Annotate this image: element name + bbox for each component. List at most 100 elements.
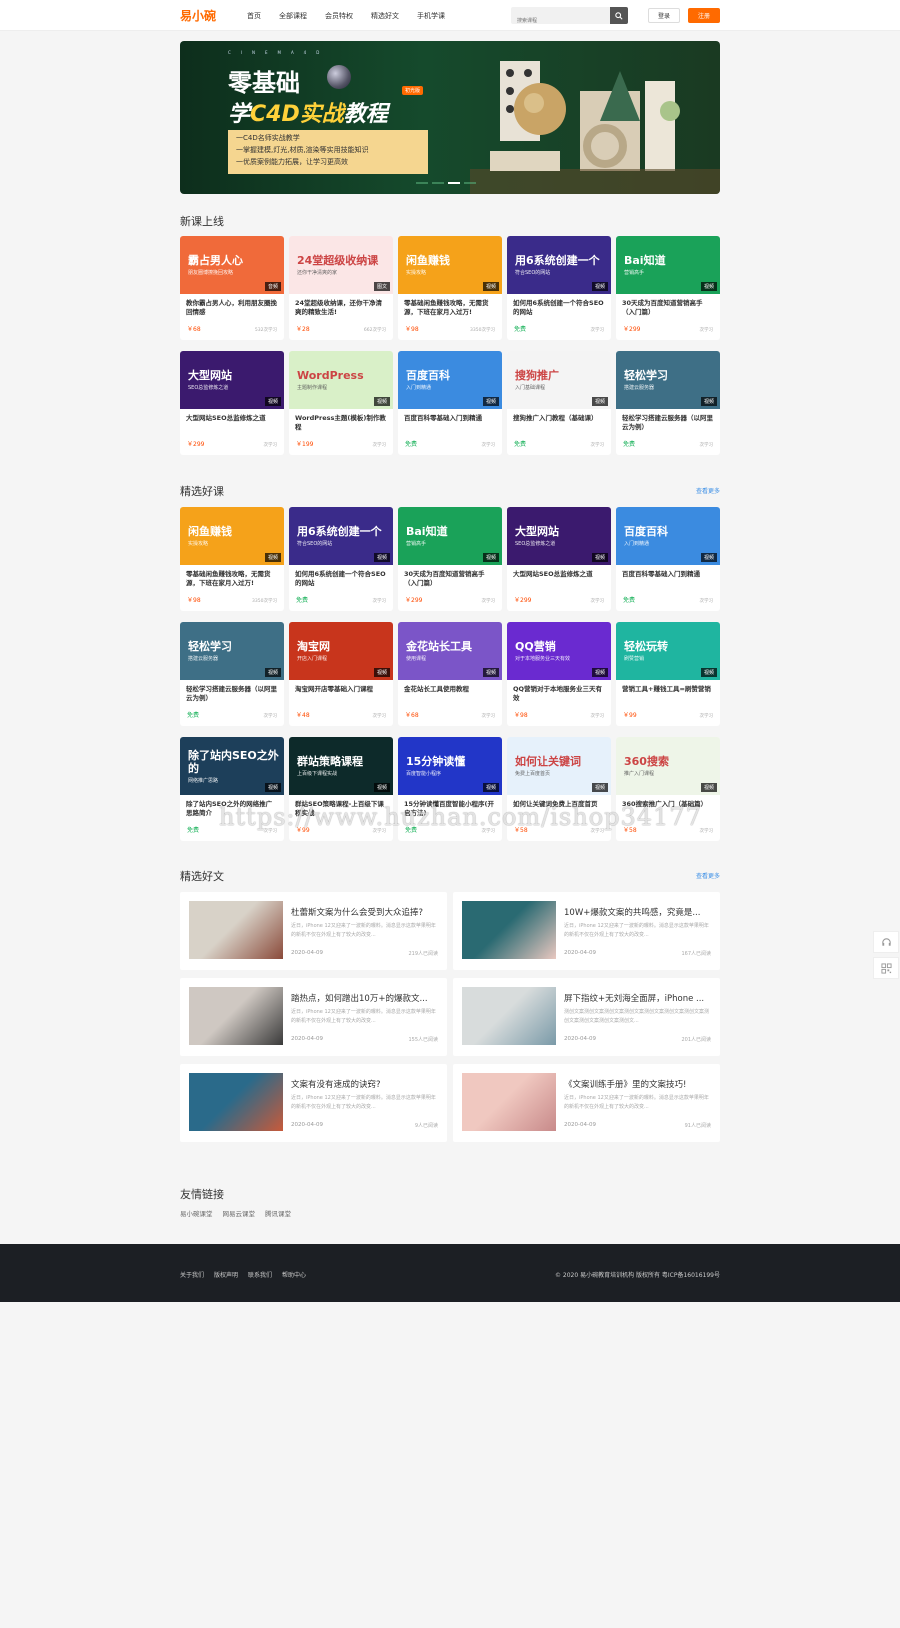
- friend-link[interactable]: 易小碗课堂: [180, 1208, 213, 1218]
- article-card[interactable]: 10W+爆款文案的共鸣感，究竟是... 近日，iPhone 12又迎来了一波新的曝…: [453, 892, 720, 970]
- course-card[interactable]: 轻松学习 搭建云服务器 视频 轻松学习搭建云服务器（以阿里云为例） 免费 次学习: [180, 622, 284, 726]
- course-card[interactable]: 百度百科 入门到精通 视频 百度百科零基础入门到精通 免费 次学习: [398, 351, 502, 455]
- course-name[interactable]: 营销工具+赚钱工具=刷赞营销: [622, 685, 714, 703]
- course-card[interactable]: 淘宝网 开店入门课程 视频 淘宝网开店零基础入门课程 ￥48 次学习: [289, 622, 393, 726]
- course-thumbnail[interactable]: 淘宝网 开店入门课程 视频: [289, 622, 393, 680]
- course-card[interactable]: Bai知道 营销高手 视频 30天成为百度知道营销高手（入门篇） ￥299 次学习: [616, 236, 720, 340]
- course-thumbnail[interactable]: 闲鱼赚钱 实操攻略 视频: [398, 236, 502, 294]
- course-thumbnail[interactable]: 霸占男人心 朋友圈博撩挽回攻略 音频: [180, 236, 284, 294]
- course-name[interactable]: 金花站长工具使用教程: [404, 685, 496, 703]
- course-thumbnail[interactable]: 群站策略课程 上百级下课程实战 视频: [289, 737, 393, 795]
- course-name[interactable]: 大型网站SEO总监修炼之道: [186, 414, 278, 432]
- friend-link[interactable]: 网易云课堂: [223, 1208, 256, 1218]
- course-thumbnail[interactable]: QQ营销 对于本地服务业三天有效 视频: [507, 622, 611, 680]
- article-card[interactable]: 文案有没有速成的诀窍? 近日，iPhone 12又迎来了一波新的曝料。消息显示这款…: [180, 1064, 447, 1142]
- course-name[interactable]: 轻松学习搭建云服务器（以阿里云为例）: [186, 685, 278, 703]
- course-name[interactable]: 轻松学习搭建云服务器（以阿里云为例）: [622, 414, 714, 432]
- course-card[interactable]: 大型网站 SEO总监修炼之道 视频 大型网站SEO总监修炼之道 ￥299 次学习: [507, 507, 611, 611]
- course-name[interactable]: 如何用6系统创建一个符合SEO的网站: [295, 570, 387, 588]
- course-thumbnail[interactable]: WordPress 主题制作课程 视频: [289, 351, 393, 409]
- article-title[interactable]: 屏下指纹+无刘海全面屏，iPhone ...: [564, 992, 712, 1004]
- course-thumbnail[interactable]: 搜狗推广 入门基础课程 视频: [507, 351, 611, 409]
- course-thumbnail[interactable]: 大型网站 SEO总监修炼之道 视频: [507, 507, 611, 565]
- course-thumbnail[interactable]: 大型网站 SEO总监修炼之道 视频: [180, 351, 284, 409]
- course-thumbnail[interactable]: Bai知道 营销高手 视频: [398, 507, 502, 565]
- course-thumbnail[interactable]: Bai知道 营销高手 视频: [616, 236, 720, 294]
- friend-link[interactable]: 腾讯课堂: [265, 1208, 291, 1218]
- course-card[interactable]: 轻松学习 搭建云服务器 视频 轻松学习搭建云服务器（以阿里云为例） 免费 次学习: [616, 351, 720, 455]
- course-card[interactable]: 百度百科 入门到精通 视频 百度百科零基础入门到精通 免费 次学习: [616, 507, 720, 611]
- search-input[interactable]: [511, 12, 611, 30]
- featured-courses-more-link[interactable]: 查看更多: [696, 486, 720, 495]
- hero-banner[interactable]: CINEMA4D 零基础 初光版 学C4D实战教程 一C4D名师实战教学 一掌握…: [180, 41, 720, 194]
- article-thumbnail[interactable]: [462, 1073, 556, 1131]
- course-thumbnail[interactable]: 24堂超级收纳课 还你干净清爽的家 图文: [289, 236, 393, 294]
- course-name[interactable]: 百度百科零基础入门到精通: [622, 570, 714, 588]
- banner-dot[interactable]: [432, 182, 444, 184]
- nav-articles[interactable]: 精选好文: [371, 11, 399, 21]
- nav-mobile[interactable]: 手机学课: [417, 11, 445, 21]
- course-card[interactable]: 霸占男人心 朋友圈博撩挽回攻略 音频 教你霸占男人心，利用朋友圈挽回情感 ￥68 532次…: [180, 236, 284, 340]
- course-thumbnail[interactable]: 360搜索 推广入门课程 视频: [616, 737, 720, 795]
- course-card[interactable]: 轻松玩转 刷赞营销 视频 营销工具+赚钱工具=刷赞营销 ￥99 次学习: [616, 622, 720, 726]
- footer-link-about[interactable]: 关于我们: [180, 1270, 204, 1279]
- site-logo[interactable]: 易小碗: [180, 7, 216, 24]
- course-card[interactable]: 24堂超级收纳课 还你干净清爽的家 图文 24堂超级收纳课，还你干净清爽的精致生活! ￥…: [289, 236, 393, 340]
- nav-home[interactable]: 首页: [247, 11, 261, 21]
- customer-service-button[interactable]: [873, 931, 899, 953]
- course-name[interactable]: 零基础闲鱼赚钱攻略，无需货源，下班在家月入过万!: [186, 570, 278, 588]
- course-card[interactable]: Bai知道 营销高手 视频 30天成为百度知道营销高手（入门篇） ￥299 次学习: [398, 507, 502, 611]
- course-name[interactable]: WordPress主题(模板)制作教程: [295, 414, 387, 432]
- course-thumbnail[interactable]: 闲鱼赚钱 实操攻略 视频: [180, 507, 284, 565]
- course-thumbnail[interactable]: 百度百科 入门到精通 视频: [398, 351, 502, 409]
- qrcode-button[interactable]: [873, 957, 899, 979]
- course-card[interactable]: 用6系统创建一个 符合SEO的网站 视频 如何用6系统创建一个符合SEO的网站 免费 次学…: [289, 507, 393, 611]
- course-name[interactable]: 零基础闲鱼赚钱攻略，无需货源，下班在家月入过万!: [404, 299, 496, 317]
- article-title[interactable]: 10W+爆款文案的共鸣感，究竟是...: [564, 906, 712, 918]
- article-card[interactable]: 《文案训练手册》里的文案技巧! 近日，iPhone 12又迎来了一波新的曝料。消息…: [453, 1064, 720, 1142]
- footer-link-contact[interactable]: 联系我们: [248, 1270, 272, 1279]
- footer-link-copyright[interactable]: 版权声明: [214, 1270, 238, 1279]
- course-card[interactable]: 闲鱼赚钱 实操攻略 视频 零基础闲鱼赚钱攻略，无需货源，下班在家月入过万! ￥98 335…: [398, 236, 502, 340]
- article-title[interactable]: 杜蕾斯文案为什么会受到大众追捧?: [291, 906, 439, 918]
- course-card[interactable]: WordPress 主题制作课程 视频 WordPress主题(模板)制作教程 ￥199…: [289, 351, 393, 455]
- course-name[interactable]: 搜狗推广入门教程（基础课）: [513, 414, 605, 432]
- articles-more-link[interactable]: 查看更多: [696, 871, 720, 880]
- course-name[interactable]: QQ营销对于本地服务业三天有效: [513, 685, 605, 703]
- course-thumbnail[interactable]: 15分钟读懂 百度智能小程序 视频: [398, 737, 502, 795]
- banner-dot[interactable]: [416, 182, 428, 184]
- login-button[interactable]: 登录: [648, 8, 680, 23]
- nav-membership[interactable]: 会员特权: [325, 11, 353, 21]
- course-thumbnail[interactable]: 用6系统创建一个 符合SEO的网站 视频: [507, 236, 611, 294]
- nav-all-courses[interactable]: 全部课程: [279, 11, 307, 21]
- article-card[interactable]: 杜蕾斯文案为什么会受到大众追捧? 近日，iPhone 12又迎来了一波新的曝料。消…: [180, 892, 447, 970]
- article-thumbnail[interactable]: [462, 987, 556, 1045]
- banner-dot[interactable]: [464, 182, 476, 184]
- article-thumbnail[interactable]: [189, 987, 283, 1045]
- course-name[interactable]: 教你霸占男人心，利用朋友圈挽回情感: [186, 299, 278, 317]
- article-thumbnail[interactable]: [189, 901, 283, 959]
- article-title[interactable]: 《文案训练手册》里的文案技巧!: [564, 1078, 712, 1090]
- course-thumbnail[interactable]: 金花站长工具 使用课程 视频: [398, 622, 502, 680]
- article-card[interactable]: 踏热点，如何蹭出10万+的爆款文... 近日，iPhone 12又迎来了一波新的曝…: [180, 978, 447, 1056]
- course-card[interactable]: 用6系统创建一个 符合SEO的网站 视频 如何用6系统创建一个符合SEO的网站 免费 次学…: [507, 236, 611, 340]
- course-card[interactable]: QQ营销 对于本地服务业三天有效 视频 QQ营销对于本地服务业三天有效 ￥98 次学习: [507, 622, 611, 726]
- course-name[interactable]: 30天成为百度知道营销高手（入门篇）: [404, 570, 496, 588]
- footer-link-help[interactable]: 帮助中心: [282, 1270, 306, 1279]
- search-button[interactable]: [610, 7, 628, 24]
- course-thumbnail[interactable]: 如何让关键词 免费上百度首页 视频: [507, 737, 611, 795]
- article-title[interactable]: 踏热点，如何蹭出10万+的爆款文...: [291, 992, 439, 1004]
- article-thumbnail[interactable]: [189, 1073, 283, 1131]
- course-thumbnail[interactable]: 轻松学习 搭建云服务器 视频: [180, 622, 284, 680]
- course-thumbnail[interactable]: 百度百科 入门到精通 视频: [616, 507, 720, 565]
- course-thumbnail[interactable]: 用6系统创建一个 符合SEO的网站 视频: [289, 507, 393, 565]
- course-thumbnail[interactable]: 轻松玩转 刷赞营销 视频: [616, 622, 720, 680]
- course-name[interactable]: 如何用6系统创建一个符合SEO的网站: [513, 299, 605, 317]
- register-button[interactable]: 注册: [688, 8, 720, 23]
- article-thumbnail[interactable]: [462, 901, 556, 959]
- course-card[interactable]: 大型网站 SEO总监修炼之道 视频 大型网站SEO总监修炼之道 ￥299 次学习: [180, 351, 284, 455]
- article-title[interactable]: 文案有没有速成的诀窍?: [291, 1078, 439, 1090]
- course-name[interactable]: 24堂超级收纳课，还你干净清爽的精致生活!: [295, 299, 387, 317]
- course-name[interactable]: 淘宝网开店零基础入门课程: [295, 685, 387, 703]
- article-card[interactable]: 屏下指纹+无刘海全面屏，iPhone ... 测创文案测创文案测创文案测创文案测创…: [453, 978, 720, 1056]
